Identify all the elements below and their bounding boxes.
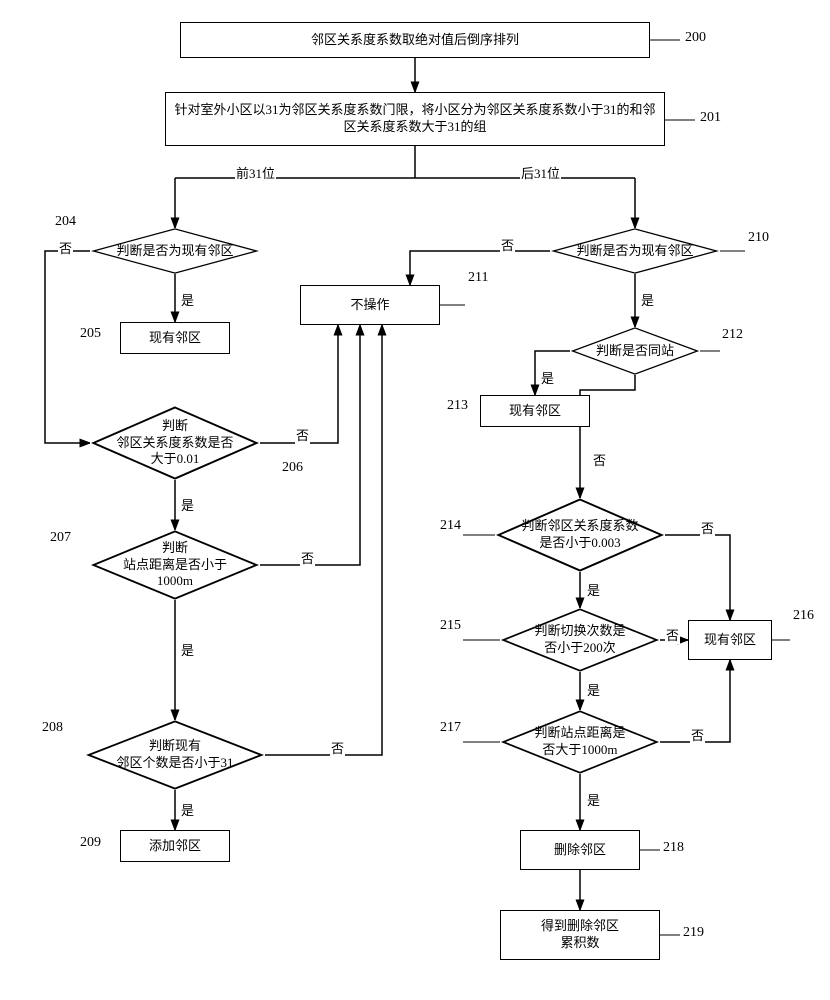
node-209: 添加邻区 <box>120 830 230 862</box>
ref-200: 200 <box>685 30 706 46</box>
node-215-text: 判断切换次数是 否小于200次 <box>524 623 635 657</box>
node-210: 判断是否为现有邻区 <box>550 228 720 274</box>
label-back31: 后31位 <box>520 163 561 182</box>
node-212: 判断是否同站 <box>570 327 700 375</box>
node-205-text: 现有邻区 <box>149 330 201 347</box>
ref-204: 204 <box>55 214 76 230</box>
node-215: 判断切换次数是 否小于200次 <box>500 608 660 672</box>
label-210-yes: 是 <box>640 290 655 309</box>
node-204-text: 判断是否为现有邻区 <box>106 243 243 260</box>
ref-208: 208 <box>42 720 63 736</box>
ref-212: 212 <box>722 327 743 343</box>
node-207: 判断 站点距离是否小于 1000m <box>90 530 260 600</box>
label-208-yes: 是 <box>180 800 195 819</box>
node-207-text: 判断 站点距离是否小于 1000m <box>113 540 237 591</box>
node-206-text: 判断 邻区关系度系数是否 大于0.01 <box>106 418 243 469</box>
label-214-yes: 是 <box>586 580 601 599</box>
label-212-no: 否 <box>592 450 607 469</box>
node-201: 针对室外小区以31为邻区关系度系数门限，将小区分为邻区关系度系数小于31的和邻区… <box>165 92 665 146</box>
label-206-no: 否 <box>295 425 310 444</box>
label-204-no: 否 <box>58 238 73 257</box>
label-207-yes: 是 <box>180 640 195 659</box>
node-204: 判断是否为现有邻区 <box>90 228 260 274</box>
node-201-text: 针对室外小区以31为邻区关系度系数门限，将小区分为邻区关系度系数小于31的和邻区… <box>174 102 656 136</box>
ref-218: 218 <box>663 840 684 856</box>
label-210-no: 否 <box>500 235 515 254</box>
ref-206: 206 <box>282 460 303 476</box>
node-206: 判断 邻区关系度系数是否 大于0.01 <box>90 406 260 480</box>
label-206-yes: 是 <box>180 495 195 514</box>
node-211: 不操作 <box>300 285 440 325</box>
node-211-text: 不操作 <box>350 297 389 314</box>
ref-210: 210 <box>748 230 769 246</box>
label-215-yes: 是 <box>586 680 601 699</box>
node-208: 判断现有 邻区个数是否小于31 <box>85 720 265 790</box>
node-212-text: 判断是否同站 <box>586 343 684 360</box>
ref-213: 213 <box>447 398 468 414</box>
node-216-text: 现有邻区 <box>704 632 756 649</box>
node-219: 得到删除邻区 累积数 <box>500 910 660 960</box>
node-217-text: 判断站点距离是 否大于1000m <box>524 725 635 759</box>
label-front31: 前31位 <box>235 163 276 182</box>
ref-214: 214 <box>440 518 461 534</box>
label-208-no: 否 <box>330 738 345 757</box>
node-210-text: 判断是否为现有邻区 <box>566 243 703 260</box>
node-200-text: 邻区关系度系数取绝对值后倒序排列 <box>311 32 519 49</box>
ref-215: 215 <box>440 618 461 634</box>
label-204-yes: 是 <box>180 290 195 309</box>
node-218-text: 删除邻区 <box>554 842 606 859</box>
label-214-no: 否 <box>700 518 715 537</box>
label-212-yes: 是 <box>540 368 555 387</box>
node-217: 判断站点距离是 否大于1000m <box>500 710 660 774</box>
ref-207: 207 <box>50 530 71 546</box>
node-216: 现有邻区 <box>688 620 772 660</box>
node-214: 判断邻区关系度系数 是否小于0.003 <box>495 498 665 572</box>
label-207-no: 否 <box>300 548 315 567</box>
node-213: 现有邻区 <box>480 395 590 427</box>
node-213-text: 现有邻区 <box>509 403 561 420</box>
ref-205: 205 <box>80 326 101 342</box>
ref-211: 211 <box>468 270 488 286</box>
label-217-no: 否 <box>690 725 705 744</box>
ref-209: 209 <box>80 835 101 851</box>
label-217-yes: 是 <box>586 790 601 809</box>
node-200: 邻区关系度系数取绝对值后倒序排列 <box>180 22 650 58</box>
node-209-text: 添加邻区 <box>149 838 201 855</box>
ref-201: 201 <box>700 110 721 126</box>
node-218: 删除邻区 <box>520 830 640 870</box>
node-219-text: 得到删除邻区 累积数 <box>541 918 619 952</box>
ref-217: 217 <box>440 720 461 736</box>
label-215-no: 否 <box>665 625 680 644</box>
node-205: 现有邻区 <box>120 322 230 354</box>
ref-219: 219 <box>683 925 704 941</box>
ref-216: 216 <box>793 608 814 624</box>
node-208-text: 判断现有 邻区个数是否小于31 <box>106 738 243 772</box>
node-214-text: 判断邻区关系度系数 是否小于0.003 <box>511 518 648 552</box>
